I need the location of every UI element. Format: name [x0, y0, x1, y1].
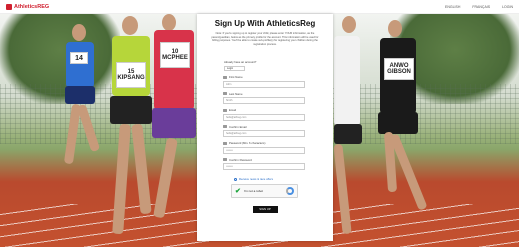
user-icon: [223, 92, 227, 96]
runner-bib: ANWO GIBSON: [384, 58, 414, 80]
last-name-field-group: Last Name Smith: [223, 92, 322, 105]
confirm-email-input[interactable]: hello@athreg.com: [223, 130, 305, 138]
signup-modal: Sign Up With AthleticsReg Note: If you'r…: [197, 14, 333, 241]
radio-icon: [234, 177, 237, 181]
confirm-password-label: Confirm Password: [229, 157, 252, 162]
email-input[interactable]: hello@athreg.com: [223, 113, 305, 121]
confirm-password-input[interactable]: ••••••••: [223, 163, 305, 171]
opt-in-checkbox[interactable]: Receive news & race offers: [234, 177, 322, 181]
confirm-password-field-group: Confirm Password ••••••••: [223, 158, 322, 171]
email-icon: [223, 125, 227, 129]
sign-up-button[interactable]: SIGN UP: [252, 206, 278, 214]
nav-english[interactable]: ENGLISH: [445, 5, 460, 9]
password-label: Password (Min. 6 characters): [229, 141, 266, 146]
checkmark-icon: ✔: [235, 187, 241, 195]
password-field-group: Password (Min. 6 characters) ••••••••: [223, 141, 322, 154]
recaptcha-box[interactable]: ✔ I'm not a robot: [231, 184, 298, 199]
top-nav: ENGLISH FRANÇAIS LOGIN: [445, 5, 513, 9]
nav-francais[interactable]: FRANÇAIS: [472, 5, 490, 9]
recaptcha-label: I'm not a robot: [243, 189, 263, 194]
lock-icon: [223, 141, 227, 145]
runner-bib: 15 KIPSANG: [116, 62, 146, 88]
confirm-email-field-group: Confirm Email hello@athreg.com: [223, 125, 322, 138]
email-field-group: Email hello@athreg.com: [223, 108, 322, 121]
account-question-select[interactable]: Login: [224, 66, 245, 72]
modal-title: Sign Up With AthleticsReg: [214, 19, 316, 28]
last-name-label: Last Name: [229, 91, 243, 96]
recaptcha-logo-icon: [286, 187, 294, 196]
top-bar: AthleticsREG ENGLISH FRANÇAIS LOGIN: [0, 0, 519, 14]
nav-login[interactable]: LOGIN: [502, 5, 513, 9]
password-input[interactable]: ••••••••: [223, 146, 305, 154]
runner-bib: 10 MCPHEE: [160, 42, 190, 68]
user-icon: [223, 75, 227, 79]
logo-text: AthleticsREG: [14, 3, 50, 10]
first-name-input[interactable]: John: [223, 80, 305, 88]
email-icon: [223, 108, 227, 112]
last-name-input[interactable]: Smith: [223, 97, 305, 105]
lock-icon: [223, 158, 227, 162]
first-name-label: First Name: [229, 75, 243, 80]
email-label: Email: [229, 108, 236, 113]
logo[interactable]: AthleticsREG: [6, 3, 50, 10]
confirm-email-label: Confirm Email: [229, 124, 247, 129]
signup-note: Note: If you're signing up to register y…: [211, 32, 319, 46]
runner-bib: 14: [70, 52, 88, 64]
logo-icon: [6, 3, 12, 10]
first-name-field-group: First Name John: [223, 75, 322, 88]
opt-in-label: Receive news & race offers: [239, 177, 273, 182]
signup-form: Already have an account? Login First Nam…: [208, 60, 322, 214]
account-question-label: Already have an account?: [224, 60, 257, 65]
